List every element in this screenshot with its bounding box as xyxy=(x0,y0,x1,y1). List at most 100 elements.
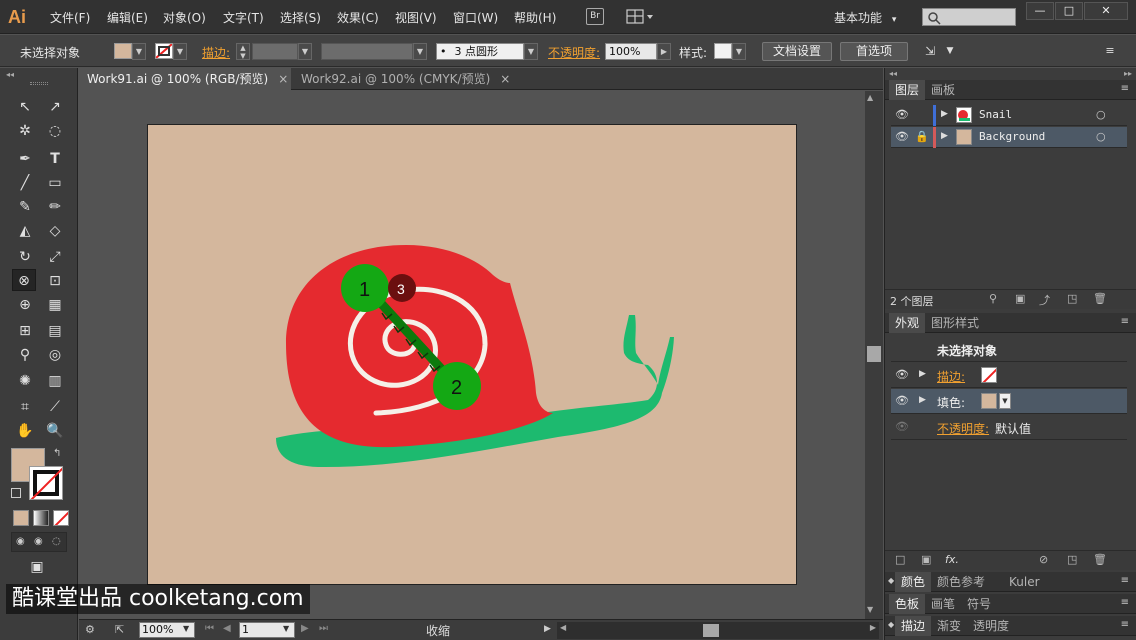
default-colors-icon[interactable] xyxy=(11,488,21,498)
hscroll-thumb[interactable] xyxy=(703,624,719,637)
expand-layer-icon[interactable]: ▶ xyxy=(941,131,948,141)
layer-name-background[interactable]: Background xyxy=(979,130,1045,143)
prev-artboard-icon[interactable]: ◀ xyxy=(223,623,231,634)
gradient-mode-icon[interactable] xyxy=(33,510,49,526)
tab-work92[interactable]: Work92.ai @ 100% (CMYK/预览) × xyxy=(293,68,515,90)
minimize-button[interactable]: — xyxy=(1026,2,1054,20)
stroke-label[interactable]: 描边: xyxy=(202,44,230,61)
menu-type[interactable]: 文字(T) xyxy=(223,9,264,26)
menu-help[interactable]: 帮助(H) xyxy=(514,9,556,26)
menu-file[interactable]: 文件(F) xyxy=(50,9,90,26)
fill-swatch[interactable] xyxy=(114,43,132,59)
expand-fill-icon[interactable]: ▶ xyxy=(919,395,926,405)
appearance-stroke-label[interactable]: 描边: xyxy=(937,368,965,385)
draw-normal-icon[interactable]: ◉ xyxy=(16,536,25,547)
tools-grip[interactable] xyxy=(30,82,48,85)
menu-select[interactable]: 选择(S) xyxy=(280,9,321,26)
collapse-dock-icon[interactable]: ◂◂ xyxy=(889,69,897,78)
screen-mode-icon[interactable]: ▣ xyxy=(25,556,49,578)
pencil-tool-icon[interactable]: ✏ xyxy=(43,196,67,218)
close-icon[interactable]: × xyxy=(278,72,288,86)
tab-color[interactable]: 颜色 xyxy=(895,572,932,592)
color-mode-icon[interactable] xyxy=(13,510,29,526)
perspective-grid-tool-icon[interactable]: ▦ xyxy=(43,294,67,316)
brush-dropdown[interactable]: ▼ xyxy=(524,43,538,60)
scale-tool-icon[interactable]: ⤢ xyxy=(43,246,67,268)
profile-dropdown[interactable]: ▼ xyxy=(413,43,427,60)
scroll-right-icon[interactable]: ▶ xyxy=(870,623,876,632)
menu-window[interactable]: 窗口(W) xyxy=(453,9,498,26)
opacity-arrow[interactable]: ▶ xyxy=(657,43,671,60)
canvas-area[interactable]: 1 2 3 xyxy=(79,91,865,619)
next-artboard-icon[interactable]: ▶ xyxy=(301,623,309,634)
lasso-tool-icon[interactable]: ◌ xyxy=(43,120,67,142)
appearance-panel-menu-icon[interactable]: ≡ xyxy=(1121,316,1129,327)
scroll-thumb[interactable] xyxy=(867,346,881,362)
preferences-button[interactable]: 首选项 xyxy=(840,42,908,61)
document-setup-button[interactable]: 文档设置 xyxy=(762,42,832,61)
clipping-mask-icon[interactable]: ▣ xyxy=(1015,292,1025,305)
visibility-eye-icon[interactable]: 👁 xyxy=(895,130,909,143)
expand-panel-icon[interactable]: ◆ xyxy=(888,576,894,585)
blob-brush-tool-icon[interactable]: ◭ xyxy=(13,220,37,242)
expand-stroke-icon[interactable]: ▶ xyxy=(919,369,926,379)
variable-width-profile[interactable] xyxy=(321,43,413,60)
delete-layer-icon[interactable]: 🗑 xyxy=(1093,292,1107,305)
tab-symbols[interactable]: 符号 xyxy=(961,594,997,614)
column-graph-tool-icon[interactable]: ▥ xyxy=(43,370,67,392)
appearance-stroke-swatch[interactable] xyxy=(981,367,997,383)
workspace-switcher[interactable]: 基本功能 ▾ xyxy=(834,9,896,26)
tab-brushes[interactable]: 画笔 xyxy=(925,594,961,614)
first-artboard-icon[interactable]: ⏮ xyxy=(205,623,214,634)
menu-edit[interactable]: 编辑(E) xyxy=(107,9,148,26)
add-effect-icon[interactable]: fx. xyxy=(945,553,959,566)
tab-appearance[interactable]: 外观 xyxy=(889,313,926,333)
line-tool-icon[interactable]: ╱ xyxy=(13,172,37,194)
tab-gradient[interactable]: 渐变 xyxy=(931,616,967,636)
brush-definition[interactable]: • 3 点圆形 xyxy=(436,43,524,60)
shape-builder-tool-icon[interactable]: ⊕ xyxy=(13,294,37,316)
arrange-documents-button[interactable] xyxy=(626,9,654,25)
color-panel-menu-icon[interactable]: ≡ xyxy=(1121,575,1129,586)
gear-icon[interactable]: ⚙ xyxy=(85,623,95,636)
appearance-fill-row[interactable]: 👁 ▶ 填色: ▼ xyxy=(891,389,1127,414)
duplicate-item-icon[interactable]: ◳ xyxy=(1067,553,1077,566)
maximize-button[interactable]: □ xyxy=(1055,2,1083,20)
magic-wand-tool-icon[interactable]: ✲ xyxy=(13,120,37,142)
stroke-dropdown[interactable]: ▼ xyxy=(173,43,187,60)
scroll-left-icon[interactable]: ◀ xyxy=(560,623,566,632)
tab-artboards[interactable]: 画板 xyxy=(925,80,961,100)
zoom-dropdown-icon[interactable]: ▼ xyxy=(183,624,189,633)
tab-work91[interactable]: Work91.ai @ 100% (RGB/预览) × xyxy=(79,68,291,90)
artboard-tool-icon[interactable]: ⌗ xyxy=(13,396,37,418)
horizontal-scrollbar[interactable]: ◀ ▶ xyxy=(557,622,879,639)
swap-colors-icon[interactable]: ↰ xyxy=(53,448,61,459)
stroke-weight-stepper[interactable]: ▲ ▼ xyxy=(236,43,250,60)
graphic-style-swatch[interactable] xyxy=(714,43,732,59)
zoom-tool-icon[interactable]: 🔍 xyxy=(43,420,67,442)
graphic-style-dropdown[interactable]: ▼ xyxy=(732,43,746,60)
close-window-button[interactable]: ✕ xyxy=(1084,2,1128,20)
mesh-tool-icon[interactable]: ⊞ xyxy=(13,320,37,342)
stroke-color-box[interactable] xyxy=(29,466,63,500)
tab-stroke[interactable]: 描边 xyxy=(895,616,932,636)
tab-layers[interactable]: 图层 xyxy=(889,80,926,100)
target-circle-icon[interactable]: ○ xyxy=(1096,108,1106,121)
panel-menu-icon[interactable]: ≡ xyxy=(1098,40,1122,62)
pen-tool-icon[interactable]: ✒ xyxy=(13,148,37,170)
locate-object-icon[interactable]: ⚲ xyxy=(989,292,997,305)
blend-tool-icon[interactable]: ⊗ xyxy=(12,269,36,291)
stroke-panel-menu-icon[interactable]: ≡ xyxy=(1121,619,1129,630)
draw-inside-icon[interactable]: ◌ xyxy=(52,536,61,547)
selection-tool-icon[interactable]: ↖ xyxy=(13,96,37,118)
scroll-up-icon[interactable]: ▲ xyxy=(867,93,873,102)
menu-object[interactable]: 对象(O) xyxy=(163,9,206,26)
tab-color-guide[interactable]: 颜色参考 xyxy=(931,572,991,592)
last-artboard-icon[interactable]: ⏭ xyxy=(319,623,328,634)
expand-panel-icon[interactable]: ◆ xyxy=(888,620,894,629)
tab-graphic-styles[interactable]: 图形样式 xyxy=(925,313,985,333)
blend-alt-tool-icon[interactable]: ◎ xyxy=(43,344,67,366)
expand-layer-icon[interactable]: ▶ xyxy=(941,109,948,119)
eraser-tool-icon[interactable]: ◇ xyxy=(43,220,67,242)
stroke-weight-input[interactable] xyxy=(252,43,298,60)
